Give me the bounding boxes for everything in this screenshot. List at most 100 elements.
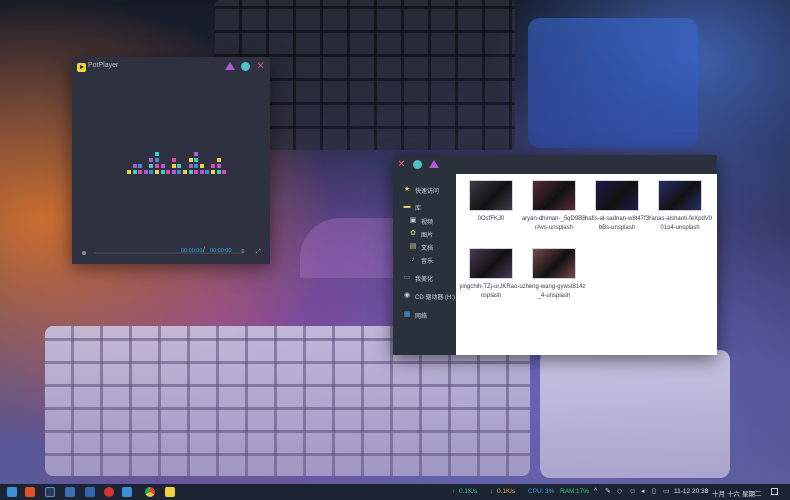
sidebar-label: 文档 xyxy=(421,245,434,252)
file-item[interactable]: aryan-dhiman-_5qD9BBrAvs-unsplash xyxy=(521,180,586,242)
visualizer-block xyxy=(199,170,204,174)
sidebar-item-music[interactable]: ♪ 音乐 xyxy=(409,254,433,266)
sidebar-item-quick-access[interactable]: ★ 快速访问 xyxy=(403,184,439,196)
display-icon[interactable]: ▭ xyxy=(663,488,670,496)
cpu-label: CPU: xyxy=(528,488,544,495)
visualizer-block xyxy=(183,170,187,174)
sidebar-label: 快速访问 xyxy=(415,188,440,195)
wallpaper-dark-trackpad xyxy=(528,18,698,148)
cpu-value: 3% xyxy=(545,488,555,495)
visualizer-block xyxy=(132,164,137,168)
visualizer-block xyxy=(155,158,159,162)
sidebar-label: 网络 xyxy=(415,313,428,320)
visualizer-block xyxy=(132,170,137,174)
notification-icon[interactable] xyxy=(771,488,778,495)
volume-icon[interactable]: ◂ xyxy=(641,488,648,496)
visualizer-block xyxy=(216,170,221,174)
image-thumbnail xyxy=(469,248,513,279)
file-item[interactable]: nafis-al-sadnan-w8t47f3bBs-unsplash xyxy=(584,180,649,242)
file-name: Yanas-alshanti-feXpdV001o4-unsplash xyxy=(647,216,713,231)
sidebar-label: 视频 xyxy=(421,219,434,226)
folder-icon: ▬ xyxy=(403,203,411,210)
file-item[interactable]: 0OsfFKJ0 xyxy=(458,180,520,242)
visualizer-block xyxy=(149,164,154,168)
image-viewer-app-icon[interactable] xyxy=(85,487,95,497)
visualizer-block xyxy=(138,164,143,168)
visualizer-block xyxy=(143,170,148,174)
file-item[interactable]: Yanas-alshanti-feXpdV001o4-unsplash xyxy=(647,180,712,242)
sidebar-label: 图片 xyxy=(421,232,434,239)
sidebar-item-videos[interactable]: ▣ 视频 xyxy=(409,215,433,227)
sidebar-label: 音乐 xyxy=(421,258,434,265)
visualizer-block xyxy=(138,170,143,174)
notes-app-icon[interactable] xyxy=(65,487,75,497)
play-dot-icon[interactable] xyxy=(82,251,86,255)
visualizer-block xyxy=(171,164,176,168)
lunar-month: 十月 xyxy=(712,491,725,498)
taskbar: ↑ 0.1K/s ↓ 0.1K/s CPU: 3% RAM: 17% ^ ✎ ◇… xyxy=(0,484,790,500)
sidebar-label: 库 xyxy=(415,205,422,212)
image-thumbnail xyxy=(469,180,513,211)
visualizer-block xyxy=(149,158,154,162)
minimize-triangle-icon[interactable] xyxy=(429,160,439,169)
netease-music-app-icon[interactable] xyxy=(104,487,114,497)
navigation-sidebar: ★ 快速访问 ▬ 库 ▣ 视频 ✿ 图片 ▤ 文档 ♪ 音乐 ▭ 我美化 ◉ C xyxy=(393,175,456,355)
pen-icon[interactable]: ✎ xyxy=(605,488,612,496)
start-menu-icon[interactable] xyxy=(7,487,17,497)
visualizer-block xyxy=(149,170,154,174)
visualizer-block xyxy=(205,170,210,174)
shield-icon[interactable]: ◇ xyxy=(617,488,624,496)
visualizer-block xyxy=(160,170,165,174)
total-time: 00:00:00 xyxy=(210,248,232,254)
visualizer-block xyxy=(216,158,221,162)
visualizer-block xyxy=(222,170,227,174)
visualizer-block xyxy=(211,170,215,174)
chrome-app-icon[interactable] xyxy=(145,487,155,497)
file-name: yingchih-TZj-urJKRao-unsplash xyxy=(459,284,523,299)
sidebar-item-documents[interactable]: ▤ 文档 xyxy=(409,241,433,253)
sidebar-item-network[interactable]: ▦ 网络 xyxy=(403,309,427,321)
visualizer-block xyxy=(194,158,199,162)
date[interactable]: 11-12 xyxy=(674,488,690,495)
office-app-icon[interactable] xyxy=(25,487,35,497)
cd-drive-icon: ◉ xyxy=(403,292,411,299)
sidebar-item-personalize[interactable]: ▭ 我美化 xyxy=(403,272,433,284)
fullscreen-icon[interactable]: ⤢ xyxy=(256,249,262,255)
visualizer-block xyxy=(171,158,176,162)
user-icon[interactable]: ☺ xyxy=(629,488,636,496)
sidebar-item-pictures[interactable]: ✿ 图片 xyxy=(409,228,433,240)
sidebar-item-cd-drive[interactable]: ◉ CD 驱动器 (H:) xyxy=(403,290,455,302)
visualizer-block xyxy=(194,170,199,174)
chevron-up-icon[interactable]: ^ xyxy=(594,488,601,496)
file-item[interactable]: zheng-wang-gywst814z_4-unsplash xyxy=(521,248,586,310)
upload-arrow-icon: ↑ xyxy=(452,488,456,495)
visualizer-block xyxy=(160,164,165,168)
potplayer-window[interactable]: PotPlayer ✕ 00:00:00 / 00:00:00 ≡ ⤢ xyxy=(72,57,270,264)
close-x-icon[interactable]: ✕ xyxy=(397,160,406,170)
visualizer-block xyxy=(177,164,182,168)
sidebar-item-library[interactable]: ▬ 库 xyxy=(403,201,422,213)
battery-icon[interactable]: ▯ xyxy=(652,488,659,496)
file-name: zheng-wang-gywst814z_4-unsplash xyxy=(522,284,586,299)
sidebar-label: CD 驱动器 (H:) xyxy=(415,294,455,301)
photoshop-app-icon[interactable] xyxy=(45,487,55,497)
star-icon: ★ xyxy=(403,186,411,193)
file-list-pane: 0OsfFKJ0 aryan-dhiman-_5qD9BBrAvs-unspla… xyxy=(456,174,717,355)
visualizer-block xyxy=(199,164,204,168)
file-manager-window[interactable]: ✕ ★ 快速访问 ▬ 库 ▣ 视频 ✿ 图片 ▤ 文档 ♪ 音乐 ▭ 我美化 ◉… xyxy=(393,155,717,355)
file-item[interactable]: yingchih-TZj-urJKRao-unsplash xyxy=(458,248,523,310)
playlist-icon[interactable]: ≡ xyxy=(241,249,247,255)
current-time: 00:00:00 xyxy=(181,248,203,254)
maximize-circle-icon[interactable] xyxy=(413,160,422,169)
file-manager-titlebar[interactable]: ✕ xyxy=(393,155,717,173)
image-thumbnail xyxy=(658,180,702,211)
document-icon: ▤ xyxy=(409,243,417,250)
image-thumbnail xyxy=(532,180,576,211)
file-name: nafis-al-sadnan-w8t47f3bBs-unsplash xyxy=(584,216,650,231)
potplayer-app-icon[interactable] xyxy=(165,487,175,497)
weekday: 星期二 xyxy=(742,491,762,498)
time[interactable]: 20:38 xyxy=(692,488,708,495)
visualizer-block xyxy=(177,170,182,174)
visualizer-block xyxy=(166,170,171,174)
file-manager-app-icon[interactable] xyxy=(122,487,132,497)
